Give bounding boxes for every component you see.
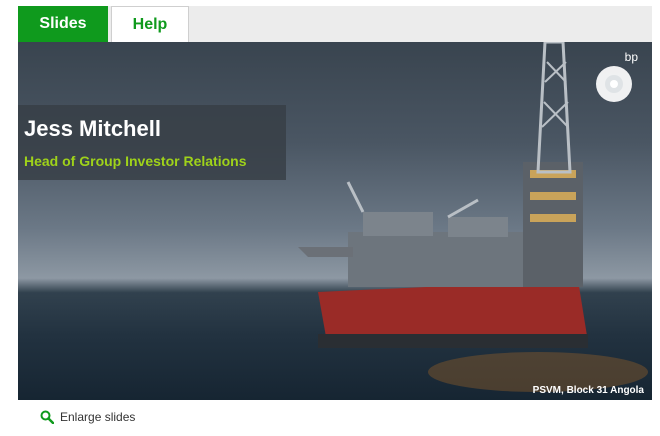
tab-bar: Slides Help bbox=[18, 6, 652, 42]
speaker-caption-box: Jess Mitchell Head of Group Investor Rel… bbox=[18, 105, 286, 180]
enlarge-slides-label: Enlarge slides bbox=[60, 410, 136, 424]
bp-logo bbox=[596, 66, 632, 102]
enlarge-slides-link[interactable]: Enlarge slides bbox=[40, 410, 135, 424]
slide-viewer: bp Jess Mitchell Head of Group Investor … bbox=[18, 42, 652, 400]
ship-scene bbox=[298, 42, 648, 392]
bp-logo-text: bp bbox=[624, 50, 638, 64]
photo-caption: PSVM, Block 31 Angola bbox=[532, 385, 644, 396]
speaker-title: Head of Group Investor Relations bbox=[24, 153, 247, 169]
magnifier-icon bbox=[40, 410, 54, 424]
tab-help[interactable]: Help bbox=[111, 6, 189, 42]
tab-slides[interactable]: Slides bbox=[18, 6, 108, 42]
speaker-name: Jess Mitchell bbox=[24, 116, 161, 141]
